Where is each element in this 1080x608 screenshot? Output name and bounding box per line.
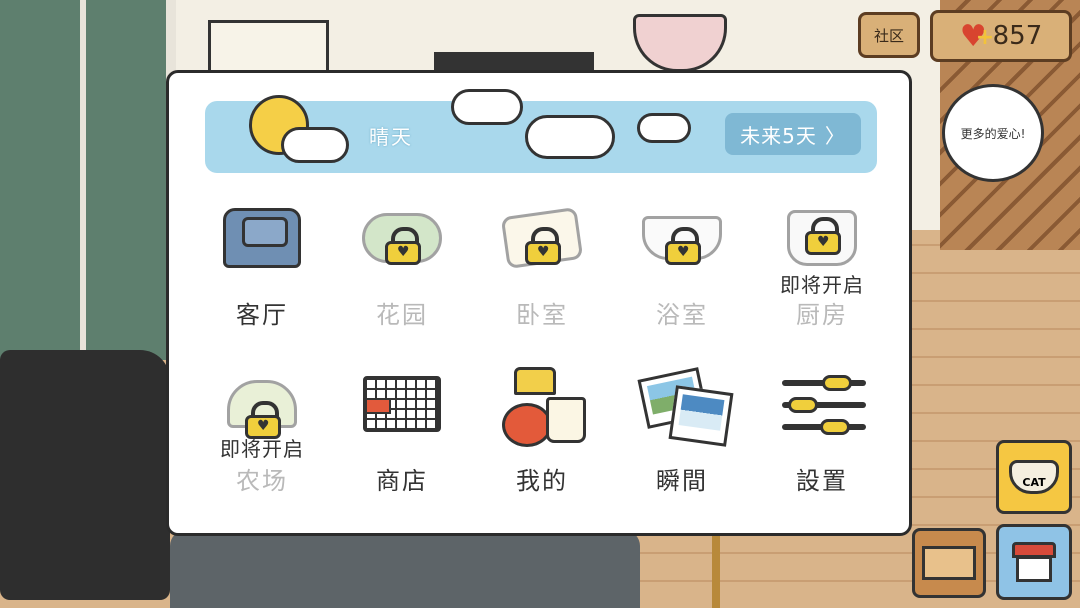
lock-icon [665,227,701,265]
chevron-right-icon: 〉 [824,123,846,148]
black-chair [0,350,170,600]
menu-item-label: 卧室 [516,301,568,329]
cat-bowl-text: CAT [1022,476,1046,489]
menu-item-bathroom[interactable]: 浴室 [617,195,747,335]
cloud-icon [281,127,349,163]
forecast-label: 未来5天 [740,123,817,148]
lock-icon [805,217,841,255]
main-menu-panel: 晴天 未来5天 〉 客厅 花园 卧室 浴室 即将开启 [166,70,912,536]
menu-item-label: 厨房 [796,301,848,329]
cloud-icon [525,115,615,159]
home-button[interactable] [996,524,1072,600]
community-button[interactable]: 社区 [858,12,920,58]
menu-item-moments[interactable]: 瞬間 [617,361,747,501]
window [0,0,176,360]
menu-item-label: 农场 [236,467,288,495]
cat-bowl-icon: CAT [1009,460,1059,494]
coming-soon-label: 即将开启 [780,273,864,297]
box-icon [922,546,976,580]
menu-item-shop[interactable]: 商店 [337,361,467,501]
grey-sofa [170,530,640,608]
armchair-icon [222,201,302,275]
forecast-button[interactable]: 未来5天 〉 [725,113,861,155]
cat-bowl-button[interactable]: CAT [996,440,1072,514]
sliders-icon [782,367,866,441]
menu-item-living-room[interactable]: 客厅 [197,195,327,335]
hearts-count: 857 [992,21,1043,51]
hearts-counter[interactable]: ♥ + 857 [930,10,1072,62]
menu-item-kitchen[interactable]: 即将开启 厨房 [757,195,887,335]
storage-box-button[interactable] [912,528,986,598]
menu-item-label: 客厅 [236,301,288,329]
menu-item-garden[interactable]: 花园 [337,195,467,335]
cloud-icon [637,113,691,143]
lock-icon [385,227,421,265]
more-hearts-bubble[interactable]: 更多的爱心! [942,84,1044,182]
heart-plus-icon: ♥ + [959,18,995,54]
menu-item-label: 瞬間 [656,467,708,495]
floor-lamp [712,530,720,608]
menu-item-settings[interactable]: 設置 [757,361,887,501]
bubble-text: 更多的爱心! [960,126,1026,141]
cloud-icon [451,89,523,125]
menu-item-mine[interactable]: 我的 [477,361,607,501]
coming-soon-label: 即将开启 [220,437,304,461]
house-icon [1012,542,1056,582]
lock-icon [245,401,281,439]
lamp-tomato-mug-icon [502,367,586,447]
menu-item-label: 花园 [376,301,428,329]
menu-item-farm[interactable]: 即将开启 农场 [197,361,327,501]
menu-item-label: 商店 [376,467,428,495]
shopping-cart-icon [362,367,442,441]
menu-item-label: 設置 [796,467,848,495]
weather-condition: 晴天 [369,125,413,149]
weather-banner: 晴天 未来5天 〉 [205,89,877,173]
menu-item-label: 我的 [516,467,568,495]
community-label: 社区 [873,26,904,45]
menu-item-label: 浴室 [656,301,708,329]
lock-icon [525,227,561,265]
photos-icon [637,367,734,447]
menu-item-bedroom[interactable]: 卧室 [477,195,607,335]
